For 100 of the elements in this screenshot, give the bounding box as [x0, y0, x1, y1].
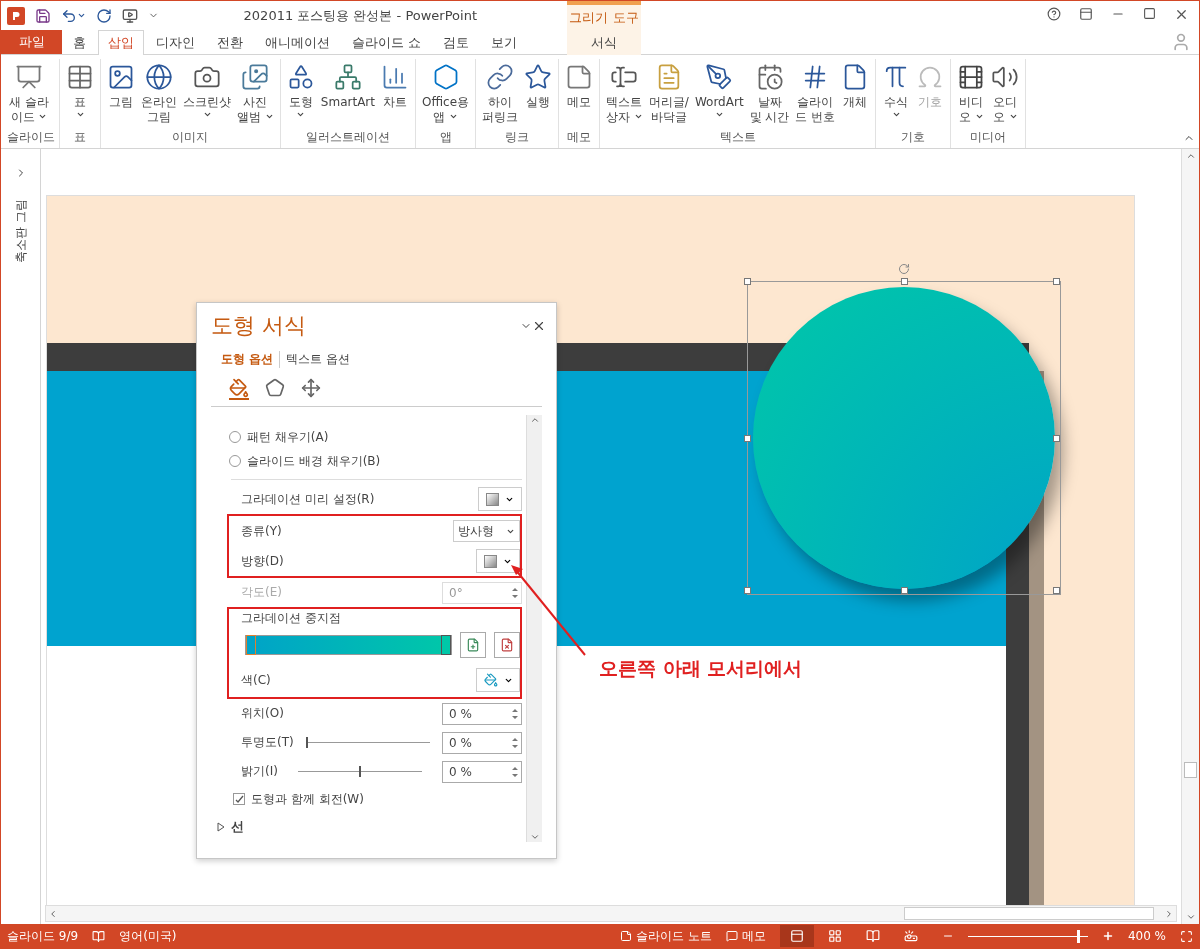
ribbon-tab[interactable]: 전환 [207, 30, 253, 55]
zoom-in-icon[interactable] [1101, 930, 1114, 942]
undo-icon[interactable] [61, 7, 86, 24]
ribbon-tab[interactable]: 홈 [63, 30, 96, 55]
radio-option[interactable]: 슬라이드 배경 채우기(B) [229, 449, 522, 473]
size-icon[interactable] [301, 378, 321, 400]
scroll-left-icon[interactable] [48, 908, 58, 919]
ribbon-command[interactable]: 도형 [284, 59, 317, 129]
slider-thumb[interactable] [358, 766, 361, 777]
field-label: 그라데이션 미리 설정(R) [241, 490, 375, 508]
ribbon-command[interactable]: 개체 [839, 59, 872, 129]
resize-handle[interactable] [901, 278, 908, 285]
resize-handle[interactable] [1053, 435, 1060, 442]
scroll-down-icon[interactable] [1185, 912, 1196, 922]
ribbon-command[interactable]: 오디 오 [989, 59, 1022, 129]
resize-handle[interactable] [744, 278, 751, 285]
rotate-handle-icon[interactable] [898, 263, 910, 275]
comment-icon [725, 930, 738, 942]
caret-icon [633, 112, 643, 121]
type-dropdown[interactable]: 방사형 [453, 520, 520, 542]
help-icon[interactable] [1047, 7, 1061, 21]
remove-stop-button[interactable] [494, 632, 520, 658]
spinner-field[interactable]: 0 % [442, 702, 522, 725]
spinner-arrows-icon[interactable] [511, 706, 519, 721]
ribbon-command[interactable]: 슬라이 드 번호 [793, 59, 838, 129]
ribbon-command[interactable]: 그림 [105, 59, 137, 129]
fit-slide-icon[interactable] [1180, 929, 1193, 943]
resize-handle[interactable] [744, 435, 751, 442]
ribbon-command[interactable]: SmartArt [318, 59, 377, 129]
ribbon-tab[interactable]: 슬라이드 쇼 [342, 30, 432, 55]
scroll-up-icon[interactable] [1185, 151, 1196, 161]
link-icon [486, 63, 514, 91]
ribbon-command[interactable]: 메모 [563, 59, 595, 129]
spellcheck-icon[interactable] [92, 929, 106, 943]
ribbon-command[interactable]: 실행 [522, 59, 554, 129]
contextual-group-label: 그리기 도구 [569, 8, 639, 27]
ribbon-tab[interactable]: 디자인 [146, 30, 205, 55]
account-avatar-icon[interactable] [1171, 32, 1191, 52]
ribbon-command[interactable]: 텍스트 상자 [604, 59, 645, 129]
pane-tab[interactable]: 도형 옵션 [215, 351, 280, 368]
notes-button[interactable]: 슬라이드 노트 [620, 927, 712, 945]
resize-handle[interactable] [744, 587, 751, 594]
resize-handle[interactable] [1053, 278, 1060, 285]
fill-icon[interactable] [229, 378, 249, 400]
normal-view-icon[interactable] [779, 925, 814, 947]
pane-tab[interactable]: 텍스트 옵션 [279, 351, 356, 368]
ribbon-command[interactable]: 날짜 및 시간 [747, 59, 792, 129]
ribbon-tab[interactable]: 검토 [433, 30, 480, 55]
slider-thumb[interactable] [305, 737, 308, 748]
maximize-icon[interactable] [1143, 7, 1156, 20]
scroll-up-icon[interactable] [529, 415, 540, 425]
zoom-slider-thumb[interactable] [1076, 929, 1080, 943]
ribbon-command[interactable]: 온라인 그림 [139, 59, 179, 129]
spinner-arrows-icon[interactable] [511, 735, 519, 750]
group-label: 텍스트 [718, 129, 757, 146]
ribbon-command[interactable]: 수식 [880, 59, 913, 129]
ribbon-tab[interactable]: 서식 [567, 30, 641, 55]
scroll-right-icon[interactable] [1164, 908, 1174, 919]
scrollbar-thumb[interactable] [904, 907, 1154, 920]
add-stop-button[interactable] [460, 632, 486, 658]
file-tab[interactable]: 파일 [1, 30, 62, 54]
ribbon-tab[interactable]: 삽입 [98, 30, 144, 55]
gradient-gallery-button[interactable] [476, 549, 520, 573]
spinner-field[interactable]: 0 % [442, 760, 522, 783]
ribbon-command[interactable]: 비디 오 [955, 59, 988, 129]
spinner-arrows-icon[interactable] [511, 764, 519, 779]
comments-button[interactable]: 메모 [725, 927, 766, 945]
scrollbar-thumb[interactable] [1184, 762, 1197, 778]
zoom-level[interactable]: 400 % [1127, 929, 1166, 943]
close-icon[interactable] [1174, 7, 1189, 22]
ribbon-command[interactable]: 차트 [379, 59, 411, 129]
close-icon[interactable] [532, 319, 546, 333]
ribbon-command[interactable]: 표 [64, 59, 96, 129]
scroll-down-icon[interactable] [529, 832, 540, 842]
ribbon-tab[interactable]: 애니메이션 [255, 30, 340, 55]
field-label: 방향(D) [241, 552, 284, 570]
spinner-field[interactable]: 0 % [442, 731, 522, 754]
ribbon-display-icon[interactable] [1079, 7, 1093, 21]
gradient-gallery-button[interactable] [478, 487, 522, 511]
line-section-toggle[interactable]: 선 [217, 812, 522, 836]
ribbon-command[interactable]: WordArt [692, 59, 746, 129]
checkbox[interactable] [233, 793, 245, 805]
ribbon-command[interactable]: 머리글/ 바닥글 [646, 59, 691, 129]
redo-icon[interactable] [96, 7, 112, 24]
globe-icon [145, 63, 173, 91]
save-icon[interactable] [35, 7, 51, 24]
fill-color-button[interactable] [476, 668, 520, 692]
radio-option[interactable]: 패턴 채우기(A) [229, 425, 522, 449]
ribbon-command[interactable]: 하이 퍼링크 [480, 59, 520, 129]
ribbon-command[interactable]: 사진 앨범 [235, 59, 276, 129]
resize-handle[interactable] [1053, 587, 1060, 594]
language-label[interactable]: 영어(미국) [119, 927, 177, 945]
gradient-stop[interactable] [441, 635, 451, 655]
ribbon-command[interactable]: 새 슬라 이드 [7, 59, 51, 129]
resize-handle[interactable] [901, 587, 908, 594]
presentation-icon[interactable] [122, 7, 138, 24]
ribbon-command[interactable]: 스크린샷 [181, 59, 233, 129]
ribbon-command[interactable]: Office용 앱 [420, 59, 471, 129]
ribbon-tab[interactable]: 보기 [481, 30, 528, 55]
group-label: 표 [73, 129, 87, 146]
